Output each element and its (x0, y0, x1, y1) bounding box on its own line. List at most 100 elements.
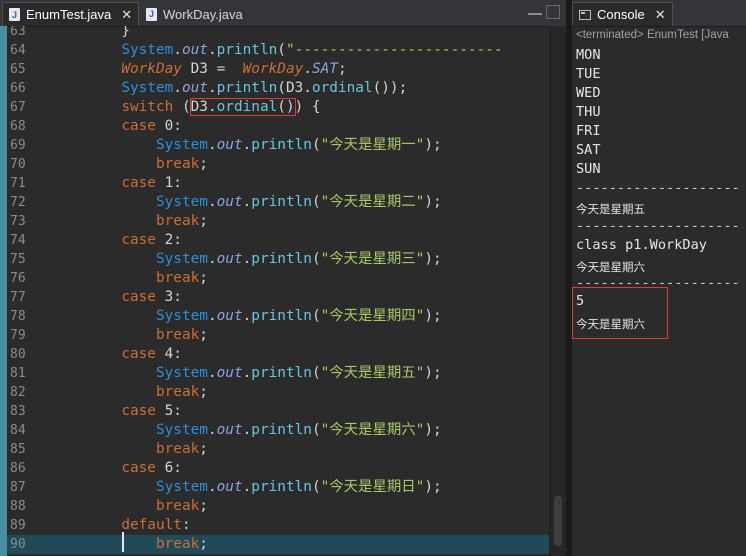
code-token: println (216, 42, 278, 58)
code-token: . (242, 194, 252, 210)
code-text: System.out.println("今天是星期四"); (52, 307, 442, 326)
code-token: 5: (155, 403, 182, 419)
code-line[interactable]: 65 WorkDay D3 = WorkDay.SAT; (7, 60, 550, 79)
code-token: out (181, 42, 208, 58)
close-icon[interactable]: ✕ (121, 7, 132, 23)
code-line[interactable]: 67 switch (D3.ordinal()) { (7, 98, 550, 117)
editor-tab-bar: J EnumTest.java ✕ J WorkDay.java (0, 0, 566, 27)
code-text: case 1: (52, 174, 182, 193)
code-line[interactable]: 84 System.out.println("今天是星期六"); (7, 421, 550, 440)
code-token: System (121, 42, 174, 58)
console-tab-bar: Console ✕ (572, 0, 746, 27)
code-text: case 3: (52, 288, 182, 307)
code-text: case 2: (52, 231, 182, 250)
code-line[interactable]: 80 case 4: (7, 345, 550, 364)
code-token: ( (311, 479, 321, 495)
line-number: 87 (10, 480, 26, 495)
console-line: class p1.WorkDay (576, 237, 707, 253)
code-token: break (155, 384, 200, 400)
code-token: "今天是星期六" (320, 422, 425, 438)
editor-scrollbar[interactable] (549, 26, 567, 556)
code-line[interactable]: 82 break; (7, 383, 550, 402)
code-token: out (216, 308, 243, 324)
code-text: break; (52, 535, 208, 554)
code-token: 6: (155, 460, 182, 476)
code-token: ( (311, 308, 321, 324)
code-token: ( (277, 42, 286, 58)
code-token: . (173, 42, 182, 58)
code-token: out (216, 251, 243, 267)
code-token: out (216, 422, 243, 438)
code-line[interactable]: 75 System.out.println("今天是星期三"); (7, 250, 550, 269)
line-number: 88 (10, 499, 26, 514)
tab-enumtest[interactable]: J EnumTest.java ✕ (2, 2, 140, 26)
code-token: ( (311, 422, 321, 438)
code-line[interactable]: 77 case 3: (7, 288, 550, 307)
code-line[interactable]: 85 break; (7, 440, 550, 459)
code-line[interactable]: 89 default: (7, 516, 550, 535)
maximize-button[interactable] (546, 5, 560, 19)
close-icon[interactable]: ✕ (655, 7, 666, 23)
tab-workday[interactable]: J WorkDay.java (140, 2, 249, 26)
scrollbar-thumb[interactable] (554, 496, 562, 546)
code-line[interactable]: 73 break; (7, 212, 550, 231)
code-line[interactable]: 81 System.out.println("今天是星期五"); (7, 364, 550, 383)
console-line: FRI (576, 123, 601, 139)
code-line[interactable]: 64 System.out.println("-----------------… (7, 41, 550, 60)
code-token: ); (424, 479, 442, 495)
code-token: . (242, 251, 252, 267)
code-line[interactable]: 86 case 6: (7, 459, 550, 478)
code-line[interactable]: 63 } (7, 26, 550, 41)
code-token: . (242, 365, 252, 381)
code-line[interactable]: 74 case 2: (7, 231, 550, 250)
code-token: : (181, 517, 191, 533)
java-file-icon: J (146, 7, 157, 21)
tab-console[interactable]: Console ✕ (572, 2, 673, 26)
line-number: 72 (10, 195, 26, 210)
code-token: ordinal (311, 80, 373, 96)
line-number: 85 (10, 442, 26, 457)
code-line[interactable]: 72 System.out.println("今天是星期二"); (7, 193, 550, 212)
code-text: switch (D3.ordinal()) { (52, 98, 321, 117)
code-line[interactable]: 70 break; (7, 155, 550, 174)
code-line[interactable]: 83 case 5: (7, 402, 550, 421)
code-line[interactable]: 69 System.out.println("今天是星期一"); (7, 136, 550, 155)
code-token: "今天是星期一" (320, 137, 425, 153)
minimize-button[interactable] (528, 5, 542, 15)
code-line[interactable]: 66 System.out.println(D3.ordinal()); (7, 79, 550, 98)
code-line[interactable]: 68 case 0: (7, 117, 550, 136)
code-token: D3. (190, 99, 217, 115)
code-line[interactable]: 79 break; (7, 326, 550, 345)
line-number: 66 (10, 81, 26, 96)
line-number: 69 (10, 138, 26, 153)
tab-label: WorkDay.java (163, 6, 243, 22)
code-token: ); (424, 308, 442, 324)
code-text: break; (52, 326, 208, 345)
code-token: () (277, 99, 295, 115)
code-token: ordinal (216, 99, 278, 115)
code-line[interactable]: 90 break; (7, 535, 550, 554)
code-area[interactable]: 63 } 64 System.out.println("-------------… (7, 26, 550, 556)
code-text: break; (52, 212, 208, 231)
code-token: . (207, 42, 217, 58)
line-number: 71 (10, 176, 26, 191)
code-token: 2: (155, 232, 182, 248)
code-token: ; (199, 270, 208, 286)
code-line[interactable]: 76 break; (7, 269, 550, 288)
code-token: println (251, 422, 312, 438)
code-line[interactable]: 71 case 1: (7, 174, 550, 193)
code-token: System (155, 422, 208, 438)
code-line[interactable]: 78 System.out.println("今天是星期四"); (7, 307, 550, 326)
code-token: ); (424, 365, 442, 381)
code-text: break; (52, 383, 208, 402)
code-text: System.out.println(D3.ordinal()); (52, 79, 407, 98)
code-line[interactable]: 87 System.out.println("今天是星期日"); (7, 478, 550, 497)
code-line[interactable]: 88 break; (7, 497, 550, 516)
line-number: 82 (10, 385, 26, 400)
editor-pane: J EnumTest.java ✕ J WorkDay.java 63 } 64 … (0, 0, 567, 556)
